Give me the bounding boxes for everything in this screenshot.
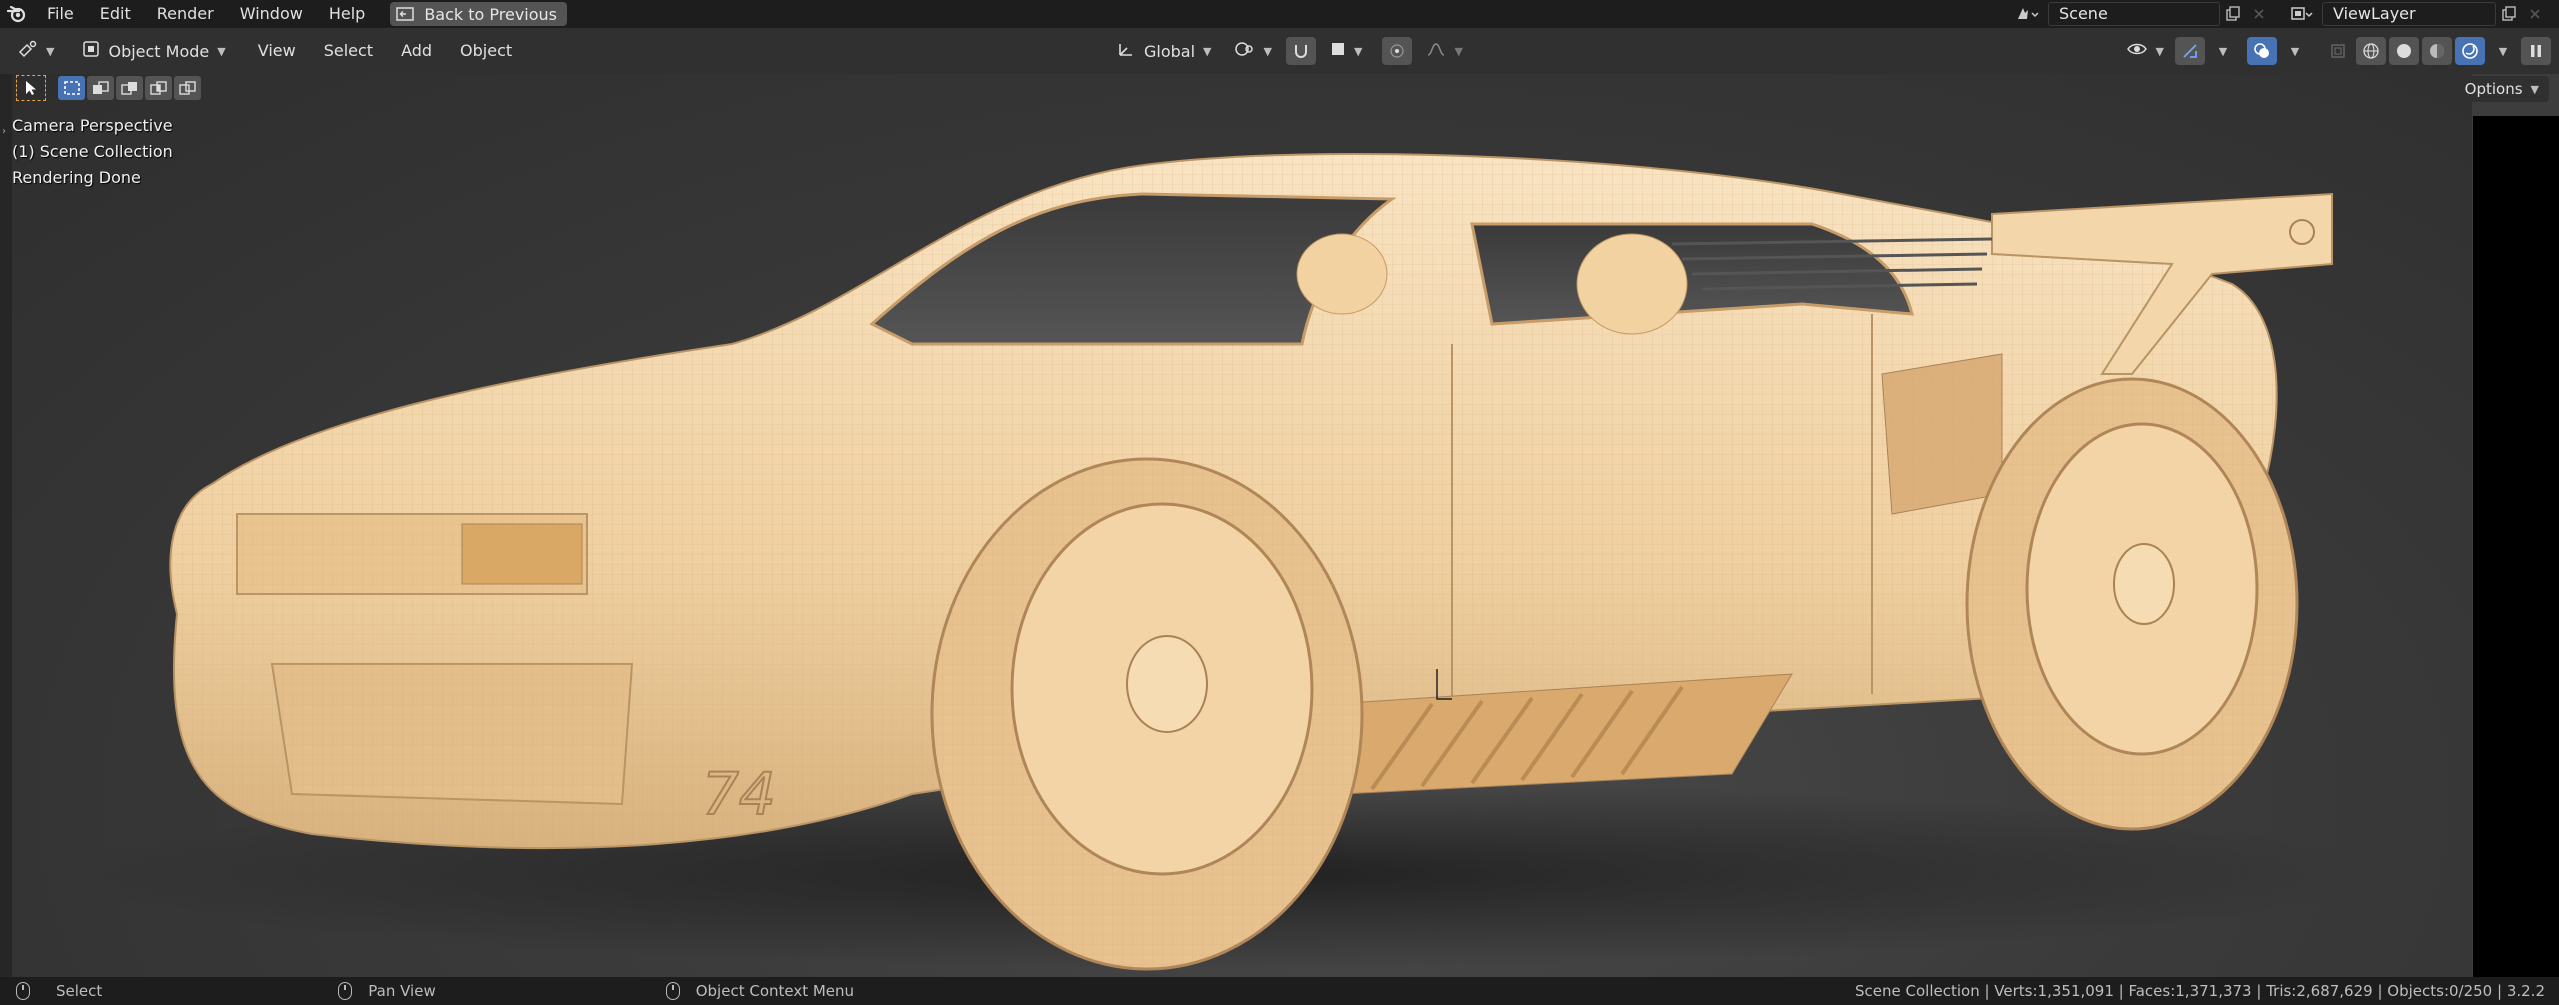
- eye-icon: [2126, 41, 2148, 61]
- chevron-down-icon: ▼: [1454, 44, 1463, 58]
- back-to-previous-button[interactable]: Back to Previous: [390, 2, 568, 26]
- viewport-info-status: Rendering Done: [12, 168, 141, 187]
- header-menu-select[interactable]: Select: [312, 37, 385, 65]
- chevron-down-icon: ▼: [46, 44, 55, 58]
- menu-window[interactable]: Window: [227, 0, 316, 28]
- chevron-down-icon: ▼: [1263, 44, 1272, 58]
- back-screen-icon: [394, 5, 416, 23]
- material-shading-icon[interactable]: [2422, 37, 2452, 65]
- object-mode-dropdown[interactable]: Object Mode ▼: [74, 37, 234, 65]
- menu-file[interactable]: File: [34, 0, 87, 28]
- back-button-label: Back to Previous: [424, 4, 558, 24]
- status-pan-label: Pan View: [368, 982, 436, 1000]
- proportional-editing-icon[interactable]: [1382, 37, 1413, 65]
- new-view-layer-icon[interactable]: [2496, 2, 2522, 26]
- chevron-down-icon: ▼: [2155, 44, 2164, 58]
- viewport-info-camera: Camera Perspective: [12, 116, 173, 135]
- shading-dropdown[interactable]: ▼: [2488, 37, 2518, 65]
- falloff-curve-icon: [1426, 41, 1446, 61]
- overlays-dropdown[interactable]: ▼: [2280, 37, 2310, 65]
- right-mouse-icon: [665, 982, 680, 1000]
- sidebar-region: [2473, 116, 2559, 977]
- gizmo-dropdown[interactable]: ▼: [2208, 37, 2238, 65]
- overlays-toggle-icon[interactable]: [2247, 37, 2277, 65]
- view-layer-icon[interactable]: [2282, 2, 2322, 26]
- status-bar: Select Pan View Object Context Menu Scen…: [0, 977, 2559, 1005]
- view-layer-name-field[interactable]: ViewLayer: [2322, 2, 2496, 26]
- pivot-point-dropdown[interactable]: ▼: [1225, 37, 1280, 65]
- chevron-down-icon: ▼: [1203, 44, 1212, 58]
- status-pan-hint: Pan View: [338, 982, 436, 1000]
- menu-help[interactable]: Help: [316, 0, 378, 28]
- top-menu-bar: File Edit Render Window Help Back to Pre…: [0, 0, 2559, 28]
- gizmo-toggle-icon[interactable]: [2175, 37, 2205, 65]
- blender-logo-icon[interactable]: [0, 0, 34, 28]
- xray-toggle-icon[interactable]: [2323, 37, 2353, 65]
- orientation-label: Global: [1144, 41, 1196, 61]
- chevron-right-icon: ›: [2, 126, 6, 137]
- status-select-hint: Select: [16, 982, 102, 1000]
- scene-selector: Scene: [2008, 2, 2272, 26]
- snap-toggle-icon[interactable]: [1285, 37, 1316, 65]
- menu-render[interactable]: Render: [144, 0, 227, 28]
- status-context-label: Object Context Menu: [695, 982, 855, 1000]
- chevron-down-icon: ▼: [2530, 82, 2539, 96]
- chevron-down-icon: ▼: [1353, 44, 1363, 58]
- select-mode-invert-icon[interactable]: [145, 76, 172, 100]
- 3d-viewport[interactable]: 74 › Camera Perspective (1) Scene Collec…: [0, 74, 2559, 977]
- chevron-down-icon: ▼: [217, 44, 226, 58]
- car-number: 74: [702, 760, 776, 828]
- snap-target-dropdown[interactable]: ▼: [1321, 37, 1371, 65]
- visibility-dropdown[interactable]: ▼: [2117, 37, 2172, 65]
- new-scene-icon[interactable]: [2220, 2, 2246, 26]
- chevron-down-icon: ▼: [2218, 44, 2228, 58]
- car-render: 74: [72, 153, 2372, 971]
- header-menu-add[interactable]: Add: [389, 37, 444, 65]
- viewport-info-collection: (1) Scene Collection: [12, 142, 173, 161]
- rendered-scene[interactable]: 74: [12, 74, 2472, 977]
- wireframe-shading-icon[interactable]: [2356, 37, 2386, 65]
- delete-scene-icon[interactable]: [2246, 2, 2272, 26]
- chevron-down-icon: ▼: [2498, 44, 2508, 58]
- status-select-label: Select: [56, 982, 103, 1000]
- header-menu-object[interactable]: Object: [448, 37, 524, 65]
- object-mode-label: Object Mode: [108, 41, 210, 61]
- select-box-tool-icon[interactable]: [16, 75, 46, 101]
- delete-view-layer-icon[interactable]: [2522, 2, 2548, 26]
- chevron-down-icon: ▼: [2290, 44, 2300, 58]
- toolbar-collapse-handle[interactable]: ›: [0, 74, 12, 977]
- options-label: Options: [2464, 80, 2523, 98]
- transform-orientation-dropdown[interactable]: Global ▼: [1108, 37, 1220, 65]
- orientation-icon: [1116, 40, 1136, 62]
- select-mode-new-icon[interactable]: [58, 76, 85, 100]
- select-mode-intersect-icon[interactable]: [174, 76, 201, 100]
- viewlayer-selector: ViewLayer: [2282, 2, 2548, 26]
- left-mouse-icon: [16, 982, 30, 1000]
- pause-render-icon[interactable]: [2521, 37, 2551, 65]
- select-mode-extend-icon[interactable]: [87, 76, 114, 100]
- select-mode-subtract-icon[interactable]: [116, 76, 143, 100]
- editor-type-dropdown[interactable]: ▼: [10, 37, 63, 65]
- editor-type-icon: [18, 40, 38, 62]
- menu-edit[interactable]: Edit: [87, 0, 144, 28]
- options-dropdown[interactable]: Options ▼: [2454, 76, 2549, 102]
- scene-icon[interactable]: [2008, 2, 2048, 26]
- status-context-hint: Object Context Menu: [665, 982, 855, 1000]
- pivot-point-icon: [1234, 40, 1256, 62]
- scene-name-field[interactable]: Scene: [2048, 2, 2220, 26]
- header-menu-view[interactable]: View: [246, 37, 308, 65]
- object-mode-icon: [82, 40, 100, 62]
- selection-tool-row: [16, 74, 201, 102]
- viewport-header: ▼ Object Mode ▼ View Select Add Object G…: [0, 28, 2559, 74]
- snap-increment-icon: [1330, 41, 1346, 61]
- middle-mouse-icon: [338, 982, 353, 1000]
- rendered-shading-icon[interactable]: [2455, 37, 2485, 65]
- scene-statistics: Scene Collection | Verts:1,351,091 | Fac…: [1855, 982, 2545, 1000]
- proportional-falloff-dropdown[interactable]: ▼: [1418, 37, 1471, 65]
- solid-shading-icon[interactable]: [2389, 37, 2419, 65]
